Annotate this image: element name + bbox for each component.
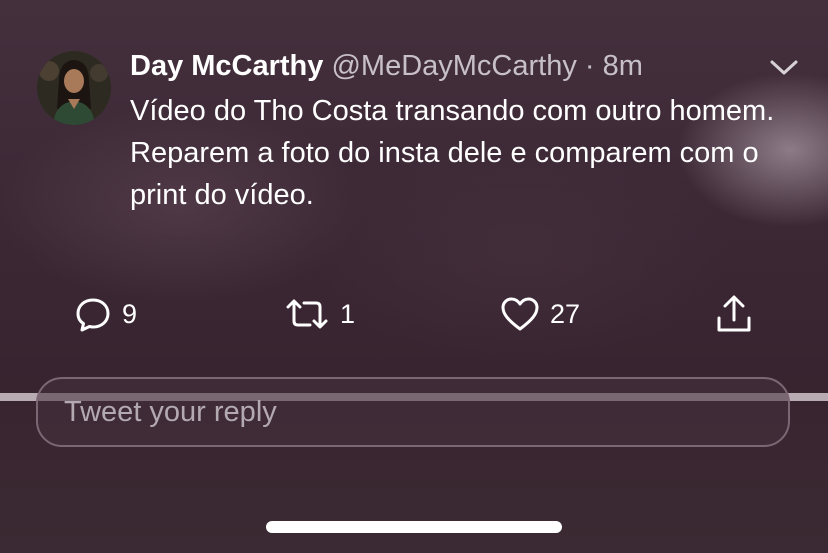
retweet-action[interactable]: 1: [284, 294, 355, 334]
reply-icon: [76, 298, 110, 332]
tweet-actions-bar: 9 1 27: [0, 294, 828, 334]
reply-action[interactable]: 9: [74, 294, 137, 334]
retweet-count: 1: [340, 298, 356, 329]
chevron-down-icon[interactable]: [768, 56, 800, 78]
reply-input-placeholder: Tweet your reply: [64, 396, 277, 428]
author-handle[interactable]: @MeDayMcCarthy: [331, 50, 576, 82]
header-separator: ·: [584, 50, 595, 82]
share-action[interactable]: [714, 294, 754, 334]
retweet-icon: [286, 299, 328, 329]
tweet-header: Day McCarthy @MeDayMcCarthy · 8m: [130, 50, 643, 83]
author-avatar[interactable]: [37, 51, 111, 125]
like-count: 27: [550, 298, 581, 329]
tweet-text: Vídeo do Tho Costa transando com outro h…: [130, 95, 775, 211]
like-action[interactable]: 27: [500, 294, 580, 334]
home-indicator[interactable]: [266, 521, 562, 533]
avatar-image: [37, 51, 111, 125]
author-name[interactable]: Day McCarthy: [130, 50, 323, 82]
tweet-timestamp: 8m: [602, 50, 643, 82]
heart-icon: [501, 297, 539, 331]
reply-count: 9: [122, 298, 138, 329]
share-icon: [717, 295, 751, 332]
